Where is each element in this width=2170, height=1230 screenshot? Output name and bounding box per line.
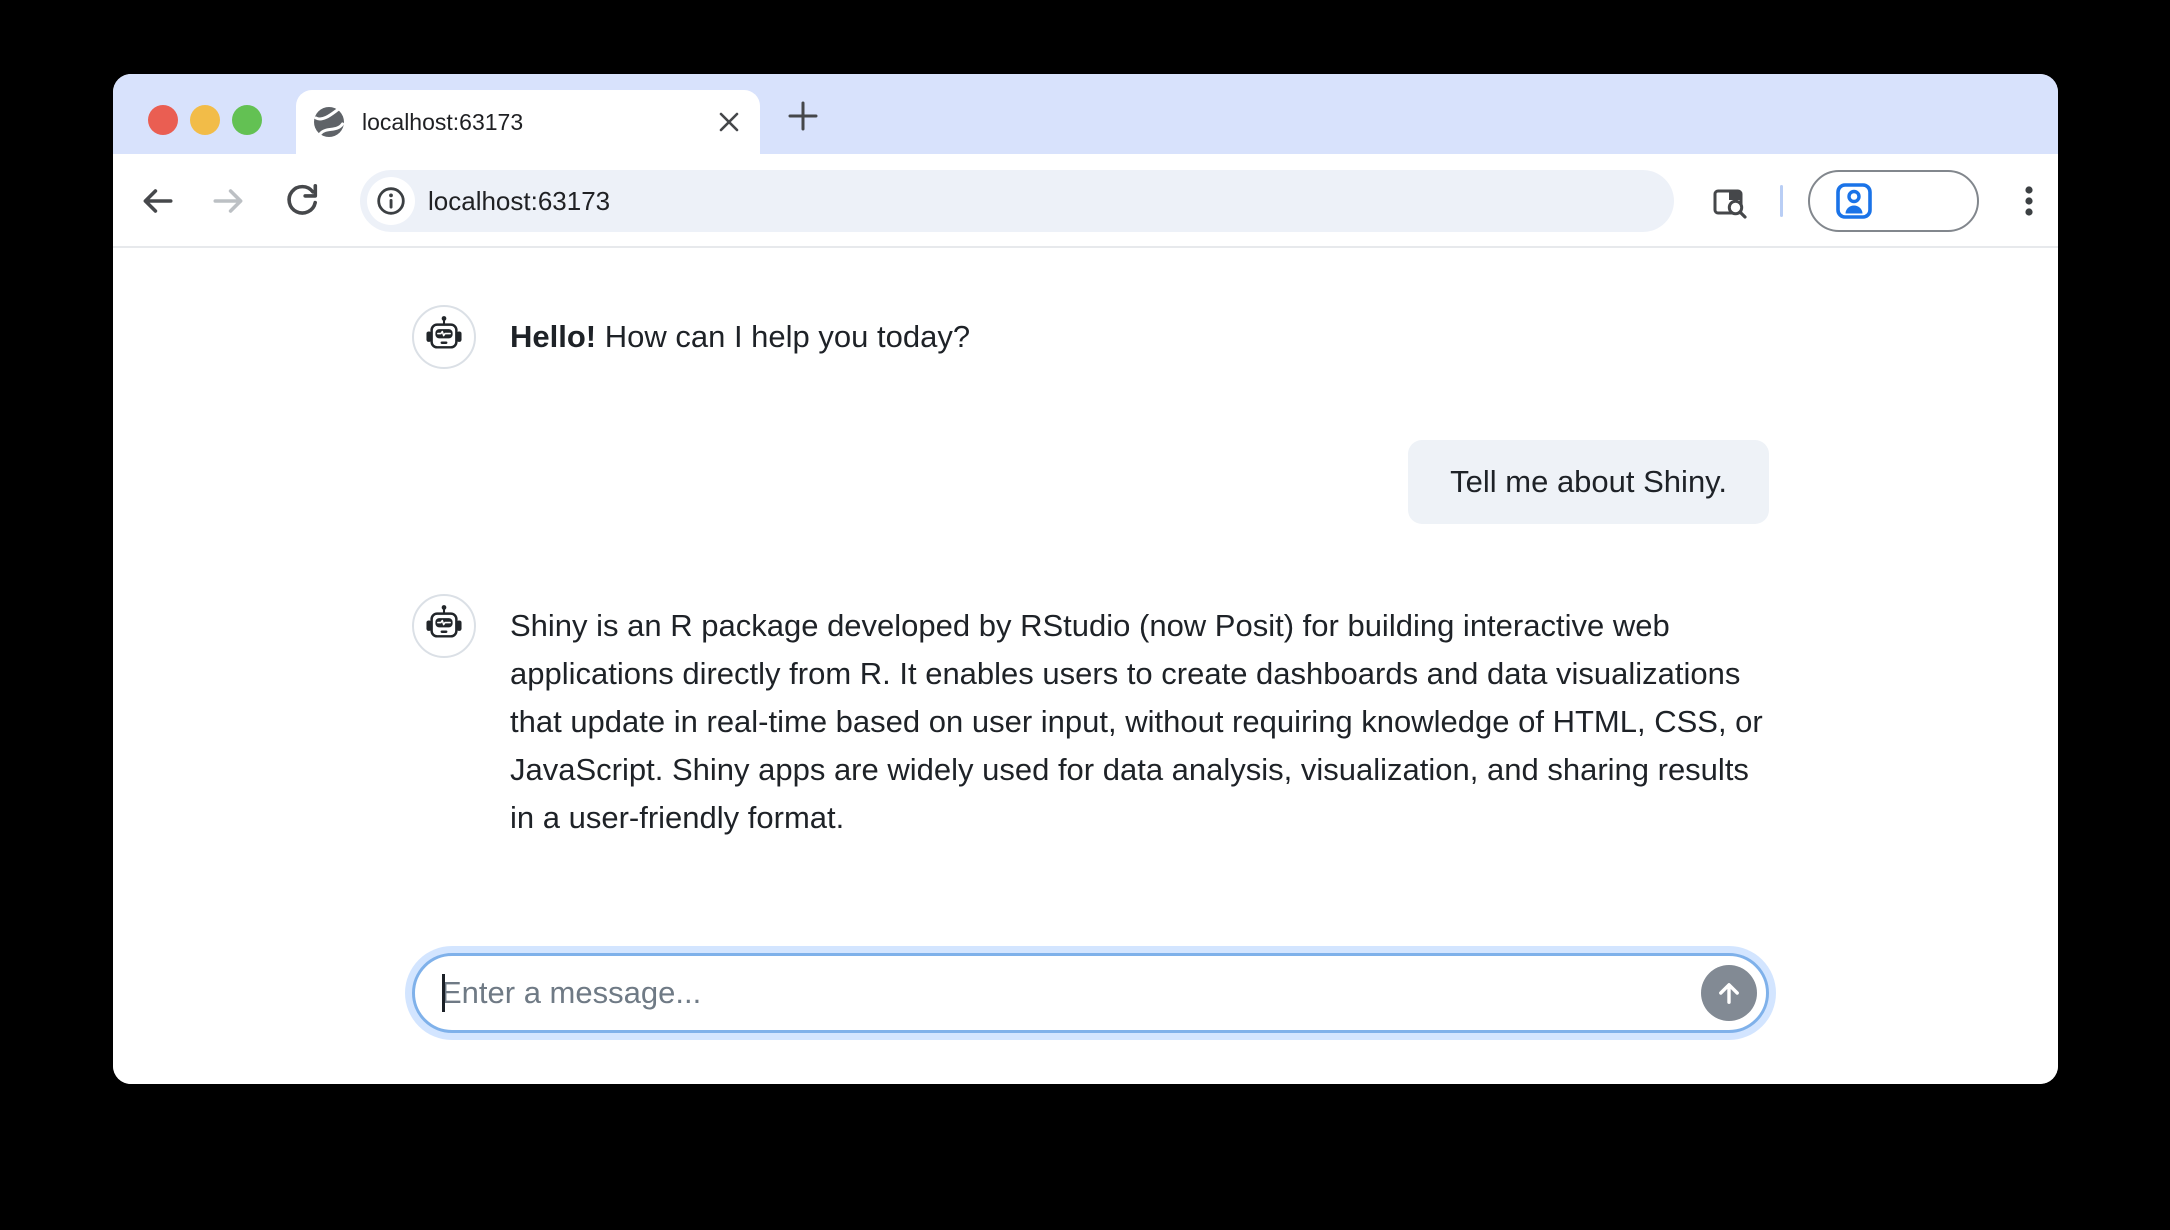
zoom-window-button[interactable] bbox=[232, 105, 262, 135]
address-bar[interactable]: localhost:63173 bbox=[360, 170, 1674, 232]
back-button[interactable] bbox=[137, 181, 177, 221]
site-info-chip[interactable] bbox=[367, 177, 415, 225]
user-message-bubble: Tell me about Shiny. bbox=[1408, 440, 1769, 524]
browser-tab[interactable]: localhost:63173 bbox=[296, 90, 760, 154]
page-content: Hello! How can I help you today? Tell me… bbox=[113, 248, 2058, 1084]
browser-toolbar: localhost:63173 bbox=[113, 154, 2058, 248]
text-caret bbox=[442, 974, 445, 1012]
tab-strip: localhost:63173 bbox=[113, 74, 2058, 154]
plus-icon bbox=[786, 99, 820, 133]
close-window-button[interactable] bbox=[148, 105, 178, 135]
minimize-window-button[interactable] bbox=[190, 105, 220, 135]
back-arrow-icon bbox=[138, 182, 176, 220]
close-tab-icon[interactable] bbox=[712, 105, 746, 139]
search-panel-icon bbox=[1711, 183, 1749, 221]
search-side-panel-button[interactable] bbox=[1711, 183, 1749, 221]
arrow-up-icon bbox=[1712, 976, 1746, 1010]
browser-window: localhost:63173 bbox=[113, 74, 2058, 1084]
reload-icon bbox=[283, 182, 321, 220]
toolbar-divider bbox=[1780, 185, 1783, 217]
profile-avatar-icon bbox=[1834, 181, 1874, 221]
chat-message-user: Tell me about Shiny. bbox=[412, 440, 1769, 524]
chat-message-assistant: Shiny is an R package developed by RStud… bbox=[412, 594, 1769, 842]
url-text: localhost:63173 bbox=[428, 186, 610, 217]
window-controls bbox=[148, 105, 262, 135]
tab-title: localhost:63173 bbox=[362, 109, 712, 136]
kebab-menu-icon bbox=[2015, 182, 2043, 220]
assistant-message-text: Hello! How can I help you today? bbox=[510, 305, 970, 361]
send-message-button[interactable] bbox=[1701, 965, 1757, 1021]
globe-favicon-icon bbox=[312, 105, 346, 139]
assistant-greeting-rest: How can I help you today? bbox=[596, 319, 970, 354]
assistant-greeting-bold: Hello! bbox=[510, 319, 596, 354]
forward-button[interactable] bbox=[209, 181, 249, 221]
info-icon bbox=[376, 186, 406, 216]
robot-icon bbox=[422, 315, 466, 359]
forward-arrow-icon bbox=[210, 182, 248, 220]
chat-container: Hello! How can I help you today? Tell me… bbox=[412, 248, 1769, 1033]
robot-icon bbox=[422, 604, 466, 648]
new-tab-button[interactable] bbox=[785, 98, 821, 134]
assistant-avatar bbox=[412, 305, 476, 369]
chat-message-assistant: Hello! How can I help you today? bbox=[412, 305, 1769, 369]
chat-input-row bbox=[412, 953, 1769, 1033]
profile-button[interactable] bbox=[1808, 170, 1979, 232]
browser-menu-button[interactable] bbox=[2009, 181, 2049, 221]
reload-button[interactable] bbox=[282, 181, 322, 221]
assistant-avatar bbox=[412, 594, 476, 658]
assistant-message-text: Shiny is an R package developed by RStud… bbox=[510, 594, 1769, 842]
chat-message-input[interactable] bbox=[412, 953, 1769, 1033]
